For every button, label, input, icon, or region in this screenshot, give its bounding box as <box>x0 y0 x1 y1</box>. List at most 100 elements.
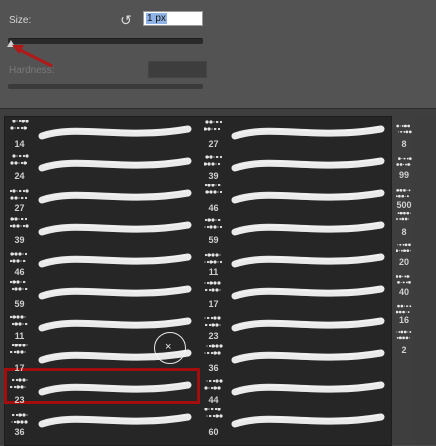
brush-size-label: 46 <box>14 267 25 277</box>
col1-brush-5[interactable]: 59 <box>7 278 32 309</box>
brush-tip-icon <box>203 120 223 136</box>
brush-stroke-preview[interactable] <box>38 280 194 311</box>
brush-stroke-preview[interactable] <box>231 120 387 151</box>
brush-size-label: 8 <box>401 227 407 237</box>
brush-tip-icon <box>204 312 223 328</box>
brush-stroke-preview[interactable] <box>231 376 387 407</box>
brush-tip-icon <box>9 312 29 328</box>
brush-tip-icon <box>9 343 29 360</box>
brush-size-label: 27 <box>208 139 219 149</box>
col1-brush-9[interactable]: 36 <box>7 406 32 437</box>
col2-brush-5[interactable]: 17 <box>201 278 226 309</box>
brush-tip-icon <box>10 152 29 168</box>
brush-stroke-preview[interactable] <box>231 216 387 247</box>
brush-stroke-preview[interactable] <box>231 408 387 439</box>
brush-stroke-preview[interactable] <box>38 344 194 375</box>
brush-tip-icon <box>9 216 29 232</box>
reset-icon[interactable]: ↺ <box>118 12 134 28</box>
brush-size-label: 40 <box>398 287 409 297</box>
size-slider-thumb[interactable] <box>7 40 15 47</box>
col1-brush-8[interactable]: 23 <box>7 374 32 405</box>
brush-size-label: 99 <box>398 170 409 180</box>
col2-brush-8[interactable]: 44 <box>201 374 226 405</box>
brush-size-label: 24 <box>14 171 25 181</box>
brush-stroke-preview[interactable] <box>38 152 194 183</box>
col2-brush-7[interactable]: 36 <box>201 342 226 373</box>
brush-size-label: 27 <box>14 203 25 213</box>
brush-stroke-preview[interactable] <box>38 120 194 151</box>
col2-brush-1[interactable]: 39 <box>201 150 226 181</box>
col2-brush-6[interactable]: 23 <box>201 310 226 341</box>
brush-stroke-preview[interactable] <box>231 248 387 279</box>
col2-brush-2[interactable]: 46 <box>201 182 226 213</box>
brush-settings-panel: Size: ↺ 1 px Hardness: <box>0 0 436 108</box>
brush-stroke-preview[interactable] <box>38 312 194 343</box>
brush-size-label: 46 <box>208 203 219 213</box>
size-value: 1 px <box>146 13 167 24</box>
brush-tip-icon[interactable] <box>395 272 412 286</box>
brush-size-label: 8 <box>401 139 407 149</box>
brush-size-label: 36 <box>14 427 25 437</box>
col1-brush-1[interactable]: 24 <box>7 150 32 181</box>
size-label: Size: <box>9 15 32 26</box>
brush-size-label: 20 <box>398 257 409 267</box>
brush-size-label: 59 <box>208 235 219 245</box>
brush-tip-icon <box>204 344 223 360</box>
brush-size-label: 60 <box>208 427 219 437</box>
brush-stroke-preview[interactable] <box>38 184 194 215</box>
brush-tip-icon[interactable] <box>395 185 412 199</box>
brush-size-label: 16 <box>398 315 409 325</box>
brush-tip-icon <box>204 407 223 424</box>
size-slider-track[interactable] <box>8 38 203 44</box>
brush-tip-icon[interactable] <box>395 242 412 256</box>
brush-tip-icon <box>10 119 29 136</box>
brush-size-label: 39 <box>14 235 25 245</box>
brush-stroke-preview[interactable] <box>231 312 387 343</box>
brush-tip-icon <box>9 376 29 392</box>
brush-stroke-preview[interactable] <box>231 344 387 375</box>
brush-stroke-preview[interactable] <box>231 280 387 311</box>
col2-brush-4[interactable]: 11 <box>201 246 226 277</box>
brush-size-label: 500 <box>396 200 412 210</box>
hardness-label: Hardness: <box>9 65 55 76</box>
brush-size-label: 36 <box>208 363 219 373</box>
brush-stroke-preview[interactable] <box>38 248 194 279</box>
brush-tip-icon <box>9 248 29 264</box>
brush-tip-icon <box>204 376 223 392</box>
size-input[interactable]: 1 px <box>143 11 203 26</box>
col1-brush-0[interactable]: 14 <box>7 118 32 149</box>
brush-tip-icon <box>204 280 223 296</box>
brush-size-label: 59 <box>14 299 25 309</box>
brush-stroke-preview[interactable] <box>38 408 194 439</box>
brush-tip-icon[interactable] <box>396 124 412 138</box>
brush-size-label: 44 <box>208 395 219 405</box>
col1-brush-4[interactable]: 46 <box>7 246 32 277</box>
brush-size-label: 17 <box>208 299 219 309</box>
brush-size-label: 14 <box>14 139 25 149</box>
brush-stroke-preview[interactable] <box>38 216 194 247</box>
brush-tip-icon <box>9 280 29 296</box>
brush-tip-icon <box>203 152 223 168</box>
col1-brush-7[interactable]: 17 <box>7 342 32 373</box>
brush-tip-icon[interactable] <box>395 300 412 314</box>
brush-stroke-preview[interactable] <box>231 184 387 215</box>
brush-tip-icon <box>204 248 223 264</box>
col2-brush-3[interactable]: 59 <box>201 214 226 245</box>
brush-size-label: 17 <box>14 363 25 373</box>
col1-brush-2[interactable]: 27 <box>7 182 32 213</box>
brush-size-label: 11 <box>208 267 219 277</box>
brush-tip-icon[interactable] <box>396 330 412 344</box>
brush-stroke-preview[interactable] <box>38 376 194 407</box>
scrollbar[interactable] <box>414 116 436 444</box>
brush-tip-icon <box>204 183 223 200</box>
brush-stroke-preview[interactable] <box>231 152 387 183</box>
brush-tip-icon <box>204 216 223 232</box>
col1-brush-6[interactable]: 11 <box>7 310 32 341</box>
brush-size-label: 39 <box>208 171 219 181</box>
col1-brush-3[interactable]: 39 <box>7 214 32 245</box>
brush-tip-icon[interactable] <box>395 211 412 226</box>
hardness-input <box>148 61 207 78</box>
brush-tip-icon[interactable] <box>396 155 412 169</box>
col2-brush-0[interactable]: 27 <box>201 118 226 149</box>
col2-brush-9[interactable]: 60 <box>201 406 226 437</box>
